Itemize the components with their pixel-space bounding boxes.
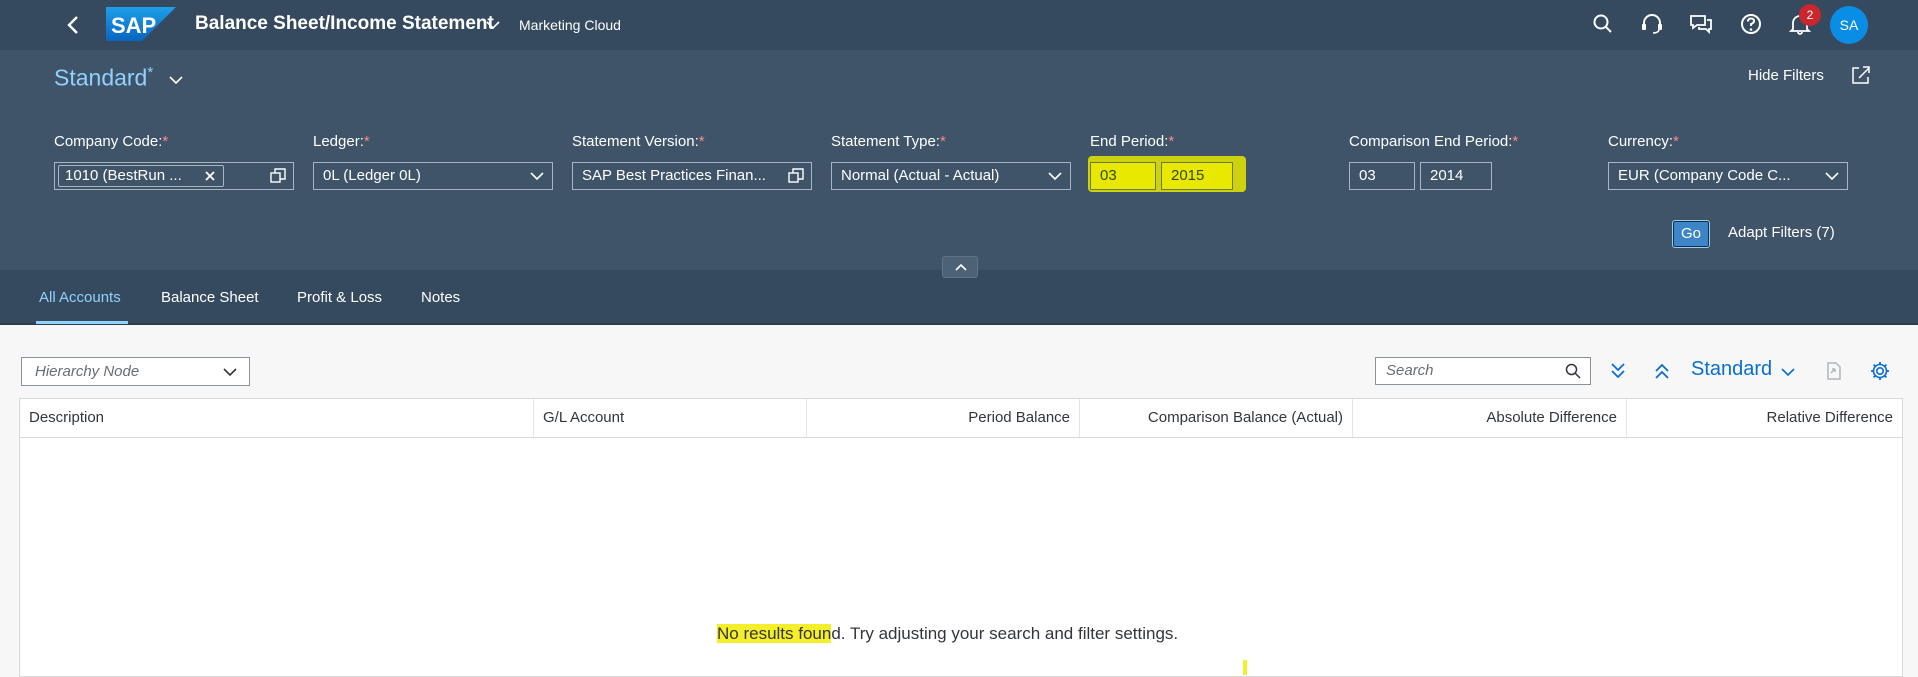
hierarchy-node-placeholder: Hierarchy Node	[35, 363, 140, 380]
company-code-field[interactable]: 1010 (BestRun ...	[54, 162, 294, 190]
sap-logo[interactable]: SAP	[106, 7, 176, 41]
chevron-down-icon[interactable]	[1046, 167, 1064, 185]
headset-icon[interactable]	[1639, 11, 1665, 37]
required-marker: *	[363, 133, 370, 150]
help-icon[interactable]	[1738, 11, 1764, 37]
required-marker: *	[939, 133, 946, 150]
back-icon[interactable]	[62, 13, 86, 37]
end-period-month-value: 03	[1100, 167, 1117, 184]
comparison-end-period-label: Comparison End Period:*	[1349, 133, 1518, 150]
statement-version-label: Statement Version:*	[572, 133, 705, 150]
settings-icon[interactable]	[1868, 359, 1892, 383]
column-header-gl-account[interactable]: G/L Account	[534, 399, 807, 437]
highlight-marker	[1243, 660, 1247, 675]
search-icon[interactable]	[1590, 11, 1616, 37]
sap-logo-text: SAP	[111, 13, 156, 38]
tab-balance-sheet[interactable]: Balance Sheet	[161, 289, 259, 306]
chat-icon[interactable]	[1688, 11, 1714, 37]
close-icon[interactable]	[202, 168, 218, 184]
statement-type-select[interactable]: Normal (Actual - Actual)	[831, 162, 1071, 190]
variant-management[interactable]: Standard*	[54, 64, 153, 92]
no-data-text: d. Try adjusting your search and filter …	[831, 624, 1179, 643]
table-variant-button[interactable]: Standard	[1691, 358, 1772, 381]
value-help-icon[interactable]	[787, 167, 805, 185]
collapse-all-icon[interactable]	[1650, 359, 1674, 383]
comparison-period-year-input[interactable]: 2014	[1420, 162, 1492, 190]
chevron-down-icon[interactable]	[1779, 363, 1797, 381]
filter-header	[0, 50, 1918, 270]
chevron-down-icon[interactable]	[1823, 167, 1841, 185]
column-header-period-balance[interactable]: Period Balance	[807, 399, 1080, 437]
chevron-down-icon[interactable]	[528, 167, 546, 185]
share-icon[interactable]	[1850, 64, 1872, 86]
required-marker: *	[1512, 133, 1519, 150]
icon-tab-bar: All Accounts Balance Sheet Profit & Loss…	[0, 270, 1918, 325]
statement-type-value: Normal (Actual - Actual)	[841, 167, 1000, 184]
end-period-label: End Period:*	[1090, 133, 1174, 150]
collapse-header-button[interactable]	[942, 256, 978, 278]
column-header-relative-difference[interactable]: Relative Difference	[1627, 399, 1902, 437]
statement-version-value: SAP Best Practices Finan...	[582, 167, 766, 184]
variant-modified-marker: *	[147, 64, 154, 81]
company-code-token[interactable]: 1010 (BestRun ...	[58, 165, 224, 187]
column-header-absolute-difference[interactable]: Absolute Difference	[1353, 399, 1627, 437]
active-tab-indicator	[36, 321, 128, 324]
statement-version-label-text: Statement Version:	[572, 133, 699, 150]
notification-badge[interactable]: 2	[1799, 4, 1821, 26]
no-data-message: No results found. Try adjusting your sea…	[717, 624, 1178, 644]
search-input[interactable]: Search	[1375, 357, 1591, 385]
ledger-select[interactable]: 0L (Ledger 0L)	[313, 162, 553, 190]
app-title[interactable]: Balance Sheet/Income Statement	[195, 13, 494, 35]
currency-value: EUR (Company Code C...	[1618, 167, 1791, 184]
column-header-comparison-balance[interactable]: Comparison Balance (Actual)	[1080, 399, 1353, 437]
company-code-label: Company Code:*	[54, 133, 168, 150]
statement-version-field[interactable]: SAP Best Practices Finan...	[572, 162, 812, 190]
value-help-icon[interactable]	[269, 167, 287, 185]
comparison-period-month-value: 03	[1359, 167, 1376, 184]
company-code-token-text: 1010 (BestRun ...	[65, 167, 182, 184]
variant-name: Standard	[54, 64, 148, 91]
comparison-period-month-input[interactable]: 03	[1349, 162, 1415, 190]
export-icon[interactable]	[1822, 359, 1846, 383]
avatar[interactable]: SA	[1830, 6, 1868, 44]
ledger-value: 0L (Ledger 0L)	[323, 167, 421, 184]
hierarchy-node-select[interactable]: Hierarchy Node	[21, 357, 250, 386]
expand-all-icon[interactable]	[1606, 359, 1630, 383]
end-period-label-text: End Period:	[1090, 133, 1169, 150]
end-period-month-input[interactable]: 03	[1090, 162, 1156, 190]
chevron-down-icon[interactable]	[484, 16, 502, 34]
shell-bar: SAP Balance Sheet/Income Statement Marke…	[0, 0, 1918, 50]
chevron-down-icon[interactable]	[221, 363, 239, 381]
ledger-label-text: Ledger:	[313, 133, 364, 150]
hide-filters-button[interactable]: Hide Filters	[1748, 67, 1824, 84]
currency-select[interactable]: EUR (Company Code C...	[1608, 162, 1848, 190]
comparison-period-year-value: 2014	[1430, 167, 1464, 184]
tab-all-accounts[interactable]: All Accounts	[39, 289, 121, 306]
tab-profit-loss[interactable]: Profit & Loss	[297, 289, 382, 306]
chevron-down-icon[interactable]	[166, 70, 186, 90]
app-subtitle: Marketing Cloud	[519, 17, 621, 33]
required-marker: *	[1673, 133, 1679, 150]
currency-label-text: Currency:	[1608, 133, 1674, 150]
company-code-label-text: Company Code:	[54, 133, 163, 150]
comparison-end-period-label-text: Comparison End Period:	[1349, 133, 1513, 150]
adapt-filters-button[interactable]: Adapt Filters (7)	[1728, 224, 1835, 241]
statement-type-label: Statement Type:*	[831, 133, 946, 150]
search-icon[interactable]	[1564, 362, 1582, 380]
chevron-up-icon	[955, 263, 967, 271]
tab-notes[interactable]: Notes	[421, 289, 460, 306]
no-data-highlight: No results foun	[717, 624, 832, 643]
statement-type-label-text: Statement Type:	[831, 133, 940, 150]
currency-label: Currency:*	[1608, 133, 1679, 150]
required-marker: *	[698, 133, 705, 150]
table-header: Description G/L Account Period Balance C…	[20, 399, 1902, 438]
ledger-label: Ledger:*	[313, 133, 370, 150]
go-button[interactable]: Go	[1672, 220, 1710, 248]
search-placeholder: Search	[1386, 362, 1434, 379]
end-period-year-value: 2015	[1171, 167, 1205, 184]
column-header-description[interactable]: Description	[20, 399, 534, 437]
required-marker: *	[162, 133, 169, 150]
end-period-year-input[interactable]: 2015	[1161, 162, 1233, 190]
required-marker: *	[1168, 133, 1175, 150]
